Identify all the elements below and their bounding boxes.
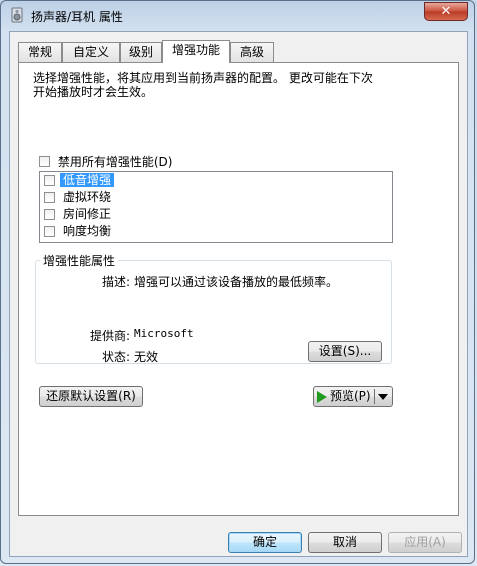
close-icon: ✕ xyxy=(440,4,452,19)
ok-button[interactable]: 确定 xyxy=(228,532,302,553)
tab-custom[interactable]: 自定义 xyxy=(62,42,120,62)
list-item-bass-boost[interactable]: 低音增强 xyxy=(44,172,115,189)
status-value: 无效 xyxy=(134,350,159,364)
bass-boost-checkbox[interactable] xyxy=(44,175,55,186)
list-item-loudness-equalization[interactable]: 响度均衡 xyxy=(44,223,114,240)
tab-advanced[interactable]: 高级 xyxy=(230,42,274,62)
close-button[interactable]: ✕ xyxy=(424,2,468,21)
enhancements-description: 选择增强性能，将其应用到当前扬声器的配置。 更改可能在下次 开始播放时才会生效。 xyxy=(33,71,443,99)
enhancements-list[interactable]: 低音增强 虚拟环绕 房间修正 响度均衡 xyxy=(39,171,393,243)
preview-split-button[interactable]: 预览(P) xyxy=(313,386,393,407)
preview-label: 预览(P) xyxy=(330,389,371,403)
disable-all-checkbox[interactable] xyxy=(39,156,50,167)
split-separator xyxy=(374,389,375,404)
cancel-button[interactable]: 取消 xyxy=(308,532,382,553)
properties-window: 扬声器/耳机 属性 ✕ 常规 自定义 级别 增强功能 高级 选择增强性能，将其应… xyxy=(0,0,475,564)
apply-button[interactable]: 应用(A) xyxy=(388,532,462,553)
bass-boost-label: 低音增强 xyxy=(60,173,115,187)
room-correction-checkbox[interactable] xyxy=(44,209,55,220)
play-icon xyxy=(317,390,327,403)
tab-general[interactable]: 常规 xyxy=(18,42,62,62)
room-correction-label: 房间修正 xyxy=(63,207,112,221)
window-title: 扬声器/耳机 属性 xyxy=(31,10,123,24)
list-item-virtual-surround[interactable]: 虚拟环绕 xyxy=(44,189,114,206)
virtual-surround-label: 虚拟环绕 xyxy=(63,190,112,204)
provider-value: Microsoft xyxy=(134,327,194,340)
chevron-down-icon[interactable] xyxy=(378,394,388,400)
description-value: 增强可以通过该设备播放的最低频率。 xyxy=(134,275,339,289)
speaker-icon xyxy=(11,7,23,23)
enhancements-panel: 选择增强性能，将其应用到当前扬声器的配置。 更改可能在下次 开始播放时才会生效。… xyxy=(18,62,459,516)
provider-label: 提供商: xyxy=(90,329,131,343)
loudness-equalization-label: 响度均衡 xyxy=(63,224,112,238)
group-title: 增强性能属性 xyxy=(40,252,119,269)
loudness-equalization-checkbox[interactable] xyxy=(44,226,55,237)
dialog-client-area: 常规 自定义 级别 增强功能 高级 选择增强性能，将其应用到当前扬声器的配置。 … xyxy=(9,31,468,557)
description-line-2: 开始播放时才会生效。 xyxy=(33,85,154,99)
description-line-1: 选择增强性能，将其应用到当前扬声器的配置。 更改可能在下次 xyxy=(33,71,373,85)
status-label: 状态: xyxy=(102,350,131,364)
list-item-room-correction[interactable]: 房间修正 xyxy=(44,206,114,223)
disable-all-checkbox-row[interactable]: 禁用所有增强性能(D) xyxy=(39,153,172,170)
enhancement-properties-group: 增强性能属性 描述: 增强可以通过该设备播放的最低频率。 提供商: Micros… xyxy=(35,252,392,364)
description-label: 描述: xyxy=(102,275,131,289)
tab-enhancements[interactable]: 增强功能 xyxy=(162,40,230,63)
restore-defaults-button[interactable]: 还原默认设置(R) xyxy=(39,386,143,407)
virtual-surround-checkbox[interactable] xyxy=(44,192,55,203)
settings-button[interactable]: 设置(S)... xyxy=(308,341,382,362)
title-bar[interactable]: 扬声器/耳机 属性 ✕ xyxy=(1,1,474,31)
disable-all-label: 禁用所有增强性能(D) xyxy=(57,155,173,169)
tab-levels[interactable]: 级别 xyxy=(120,42,162,62)
